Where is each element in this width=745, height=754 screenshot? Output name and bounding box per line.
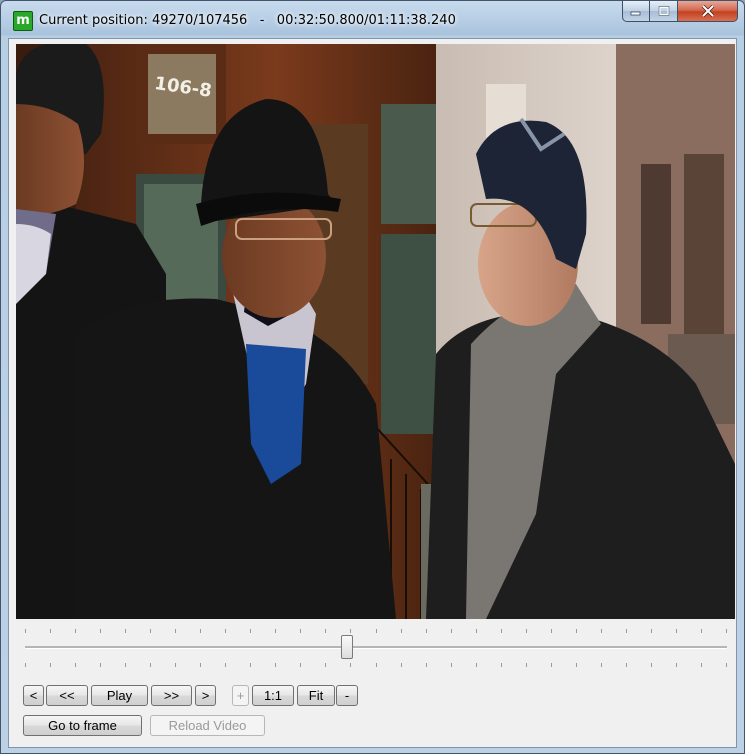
slider-tick (25, 663, 26, 667)
slider-groove[interactable] (25, 646, 727, 649)
slider-tick (701, 663, 702, 667)
video-player-window: m Current position: 49270/107456 - 00:32… (0, 0, 745, 754)
slider-tick (501, 629, 502, 633)
slider-tick (100, 663, 101, 667)
slider-tick (601, 663, 602, 667)
slider-tick (376, 629, 377, 633)
slider-tick (676, 663, 677, 667)
window-title: Current position: 49270/107456 - 00:32:5… (39, 13, 456, 28)
slider-tick (275, 663, 276, 667)
slider-ticks-top (25, 629, 727, 633)
slider-tick (526, 663, 527, 667)
slider-tick (726, 663, 727, 667)
slider-tick (300, 663, 301, 667)
slider-tick (25, 629, 26, 633)
slider-tick (125, 629, 126, 633)
slider-tick (401, 629, 402, 633)
close-button[interactable] (678, 1, 738, 22)
prev-frame-button[interactable]: < (23, 685, 44, 706)
slider-tick (150, 629, 151, 633)
app-icon: m (13, 11, 33, 31)
slider-tick (401, 663, 402, 667)
slider-tick (225, 663, 226, 667)
slider-tick (551, 663, 552, 667)
slider-tick (551, 629, 552, 633)
slider-tick (576, 629, 577, 633)
slider-tick (651, 663, 652, 667)
play-button[interactable]: Play (91, 685, 148, 706)
minimize-icon (630, 11, 641, 16)
next-frame-button[interactable]: > (195, 685, 216, 706)
fit-button[interactable]: Fit (297, 685, 335, 706)
slider-tick (626, 629, 627, 633)
slider-tick (451, 663, 452, 667)
go-to-frame-button[interactable]: Go to frame (23, 715, 142, 736)
fast-forward-button[interactable]: >> (151, 685, 192, 706)
slider-tick (701, 629, 702, 633)
slider-tick (376, 663, 377, 667)
slider-tick (426, 629, 427, 633)
slider-tick (676, 629, 677, 633)
slider-tick (501, 663, 502, 667)
reload-video-button[interactable]: Reload Video (150, 715, 265, 736)
slider-ticks-bottom (25, 663, 727, 667)
slider-tick (250, 663, 251, 667)
slider-tick (626, 663, 627, 667)
maximize-icon (658, 6, 669, 16)
maximize-button[interactable] (650, 1, 678, 22)
slider-tick (325, 663, 326, 667)
rewind-button[interactable]: << (46, 685, 88, 706)
minimize-button[interactable] (622, 1, 650, 22)
title-bar[interactable]: m Current position: 49270/107456 - 00:32… (1, 1, 744, 39)
slider-tick (200, 629, 201, 633)
client-area: 106-8 < << Play >> > + 1:1 Fit - Go to f… (8, 38, 737, 748)
slider-tick (576, 663, 577, 667)
slider-tick (150, 663, 151, 667)
slider-tick (426, 663, 427, 667)
video-frame-image: 106-8 (16, 44, 735, 619)
slider-tick (225, 629, 226, 633)
actual-size-button[interactable]: 1:1 (252, 685, 294, 706)
slider-tick (300, 629, 301, 633)
seek-slider[interactable] (25, 625, 727, 667)
slider-thumb[interactable] (341, 635, 353, 659)
zoom-in-button[interactable]: + (232, 685, 249, 706)
slider-tick (50, 629, 51, 633)
slider-tick (601, 629, 602, 633)
slider-tick (350, 663, 351, 667)
slider-tick (100, 629, 101, 633)
video-frame: 106-8 (16, 44, 735, 619)
slider-tick (250, 629, 251, 633)
slider-tick (476, 663, 477, 667)
slider-tick (325, 629, 326, 633)
slider-tick (175, 629, 176, 633)
slider-tick (275, 629, 276, 633)
slider-tick (125, 663, 126, 667)
slider-tick (200, 663, 201, 667)
slider-tick (75, 629, 76, 633)
slider-tick (476, 629, 477, 633)
slider-tick (175, 663, 176, 667)
slider-tick (651, 629, 652, 633)
slider-tick (50, 663, 51, 667)
close-icon (701, 5, 714, 17)
slider-tick (526, 629, 527, 633)
slider-tick (75, 663, 76, 667)
zoom-out-button[interactable]: - (336, 685, 358, 706)
slider-tick (451, 629, 452, 633)
caption-buttons (622, 1, 738, 23)
slider-tick (726, 629, 727, 633)
slider-tick (350, 629, 351, 633)
